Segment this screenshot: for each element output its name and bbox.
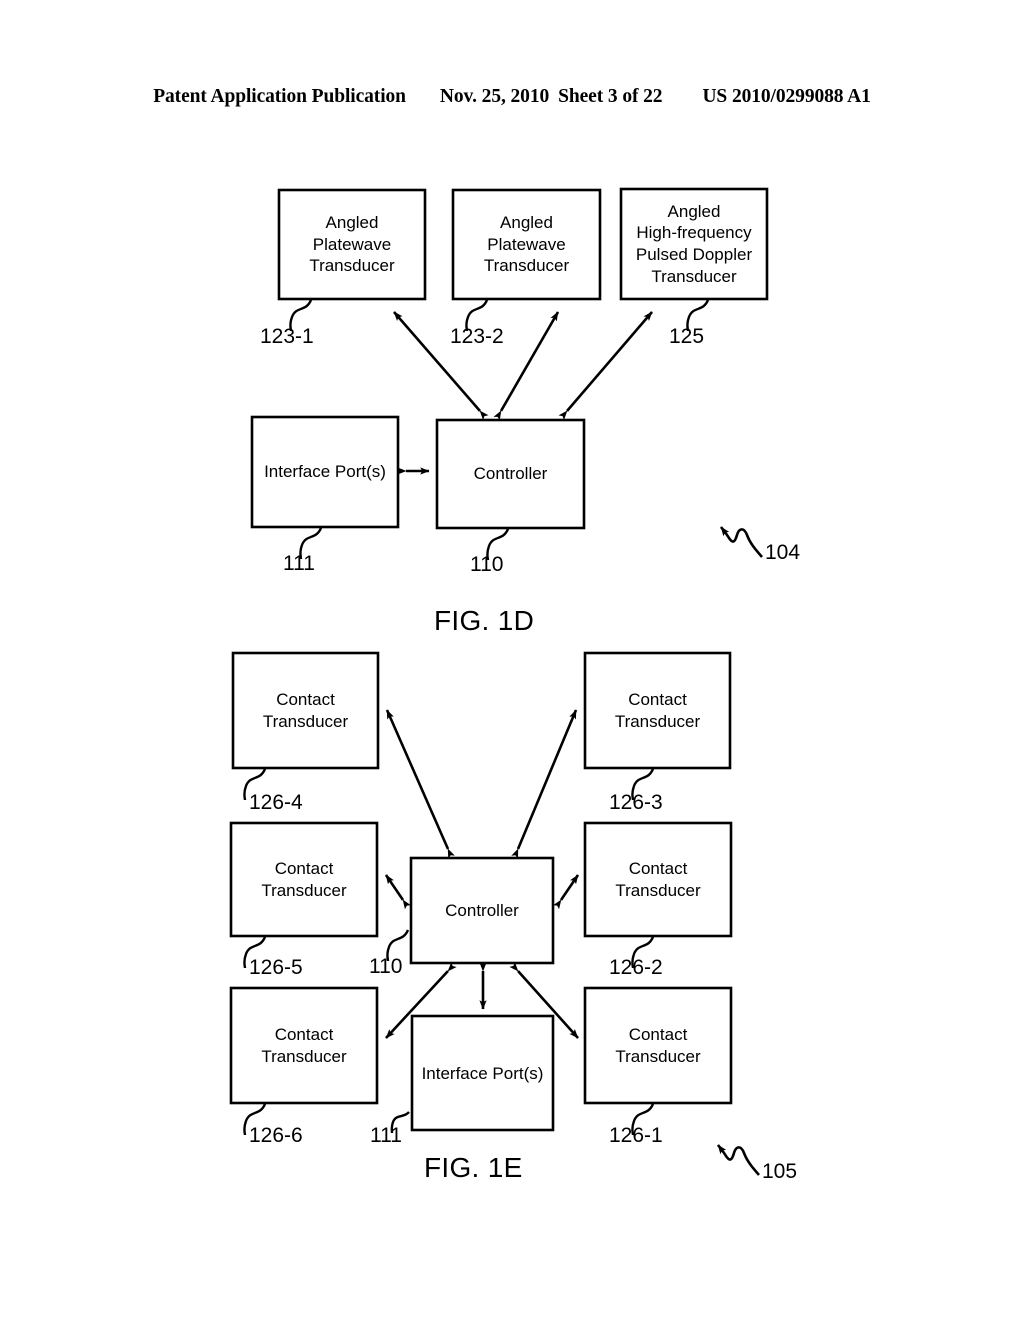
arrow-controller-to-transducer-123-2	[493, 311, 560, 421]
ref-num-126-1: 126-1	[609, 1124, 663, 1147]
ref-num-126-4: 126-4	[249, 791, 303, 814]
ref-num-125: 125	[669, 325, 705, 348]
ref-num-110-1e: 110	[369, 955, 403, 978]
ref-num-123-2: 123-2	[450, 325, 504, 348]
ref-num-111-1e: 111	[370, 1124, 402, 1147]
box-contact-transducer-126-2	[583, 821, 733, 938]
ref-num-126-5: 126-5	[249, 956, 303, 979]
ref-num-126-3: 126-3	[609, 791, 663, 814]
box-angled-hf-pulsed-doppler-transducer	[619, 187, 769, 301]
ref-num-123-1: 123-1	[260, 325, 314, 348]
figure-caption-1e: FIG. 1E	[424, 1152, 523, 1183]
arrow-controller-to-contact-transducer-126-5	[384, 874, 411, 910]
box-contact-transducer-126-3	[583, 651, 732, 770]
box-contact-transducer-126-6	[229, 986, 379, 1105]
box-contact-transducer-126-5	[229, 821, 379, 938]
box-angled-platewave-transducer-1	[277, 188, 427, 301]
ref-num-126-2: 126-2	[609, 956, 663, 979]
box-interface-ports-1d	[250, 415, 400, 529]
ref-num-system-104: 104	[765, 541, 801, 564]
ref-num-111-1d: 111	[283, 552, 315, 575]
box-controller-1d	[435, 418, 586, 530]
callout-squiggle-105	[716, 1144, 760, 1176]
ref-num-110-1d: 110	[470, 553, 504, 576]
arrow-controller-to-contact-transducer-126-3	[511, 709, 578, 859]
ref-num-system-105: 105	[762, 1160, 798, 1183]
box-contact-transducer-126-4	[231, 651, 380, 770]
ref-num-126-6: 126-6	[249, 1124, 303, 1147]
callout-squiggle-104	[719, 526, 763, 558]
arrow-controller-to-contact-transducer-126-4	[385, 709, 455, 859]
arrow-controller-to-contact-transducer-126-2	[553, 874, 580, 910]
box-contact-transducer-126-1	[583, 986, 733, 1105]
box-interface-ports-1e	[410, 1014, 555, 1132]
figure-caption-1d: FIG. 1D	[434, 605, 535, 636]
box-angled-platewave-transducer-2	[451, 188, 602, 301]
box-controller-1e	[409, 856, 555, 965]
patent-figures-drawing	[229, 187, 769, 1176]
arrow-controller-to-transducer-125	[558, 311, 653, 421]
